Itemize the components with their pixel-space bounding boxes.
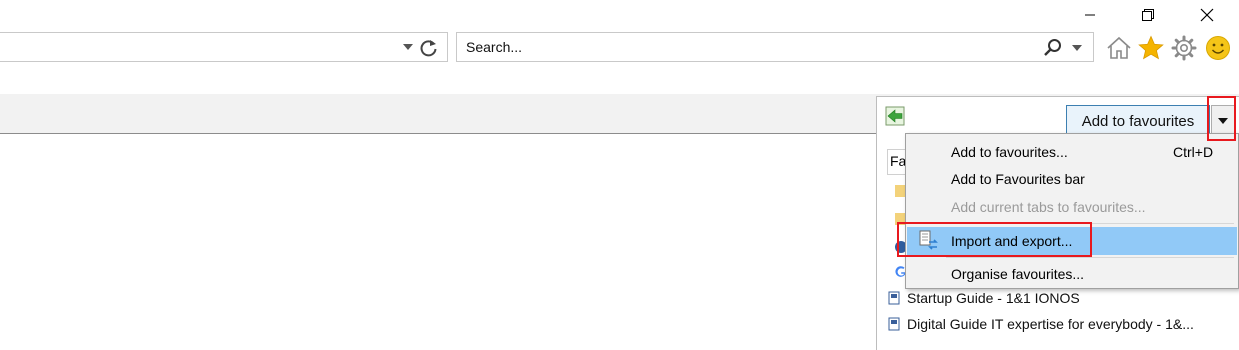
favourite-item-label: Digital Guide IT expertise for everybody… [907, 316, 1194, 332]
favourite-item[interactable]: Startup Guide - 1&1 IONOS [887, 286, 1080, 310]
feedback-button[interactable] [1203, 33, 1233, 63]
restore-button[interactable] [1119, 0, 1177, 30]
menu-separator [946, 257, 1234, 258]
highlight-frame-import-export [897, 222, 1092, 257]
browser-window: Search... Add to favourites Fa Startup G… [0, 0, 1239, 350]
menu-item-label: Add to favourites... [951, 144, 1068, 160]
close-button[interactable] [1178, 0, 1236, 30]
menu-item-organise-favourites[interactable]: Organise favourites... [907, 261, 1237, 287]
highlight-frame-dropdown [1207, 96, 1236, 141]
page-icon [888, 317, 900, 331]
favourite-item-label: Startup Guide - 1&1 IONOS [907, 290, 1080, 306]
settings-button[interactable] [1169, 33, 1199, 63]
smiley-feedback-icon [1206, 36, 1230, 60]
menu-item-label: Add to Favourites bar [951, 171, 1085, 187]
close-icon [1200, 8, 1214, 22]
restore-icon [1142, 9, 1154, 21]
address-bar[interactable] [0, 32, 448, 62]
minimize-button[interactable] [1061, 0, 1119, 30]
pin-favourites-center-button[interactable] [885, 106, 905, 126]
menu-item-shortcut: Ctrl+D [1173, 144, 1214, 160]
favorites-button[interactable] [1136, 33, 1166, 63]
favourite-item[interactable]: Digital Guide IT expertise for everybody… [887, 312, 1194, 336]
address-dropdown-icon[interactable] [403, 44, 413, 50]
page-icon [888, 291, 900, 305]
refresh-icon[interactable] [419, 38, 439, 58]
search-icon[interactable] [1043, 38, 1063, 58]
menu-item-add-to-favourites-bar[interactable]: Add to Favourites bar [907, 166, 1237, 192]
menu-item-label: Organise favourites... [951, 266, 1085, 282]
menu-item-label: Add current tabs to favourites... [951, 199, 1146, 215]
home-icon [1107, 36, 1131, 59]
search-dropdown-icon[interactable] [1072, 45, 1082, 51]
add-to-favourites-menu: Add to favourites... Ctrl+D Add to Favou… [905, 133, 1239, 289]
search-box[interactable]: Search... [456, 32, 1094, 62]
menu-item-add-current-tabs: Add current tabs to favourites... [907, 194, 1237, 220]
favorites-star-icon [1138, 35, 1164, 60]
pin-green-arrow-icon [885, 106, 905, 126]
home-button[interactable] [1104, 33, 1134, 63]
minimize-icon [1085, 14, 1095, 16]
settings-gear-icon [1171, 35, 1197, 61]
menu-item-add-to-favourites[interactable]: Add to favourites... Ctrl+D [907, 139, 1237, 165]
search-placeholder: Search... [466, 39, 523, 55]
